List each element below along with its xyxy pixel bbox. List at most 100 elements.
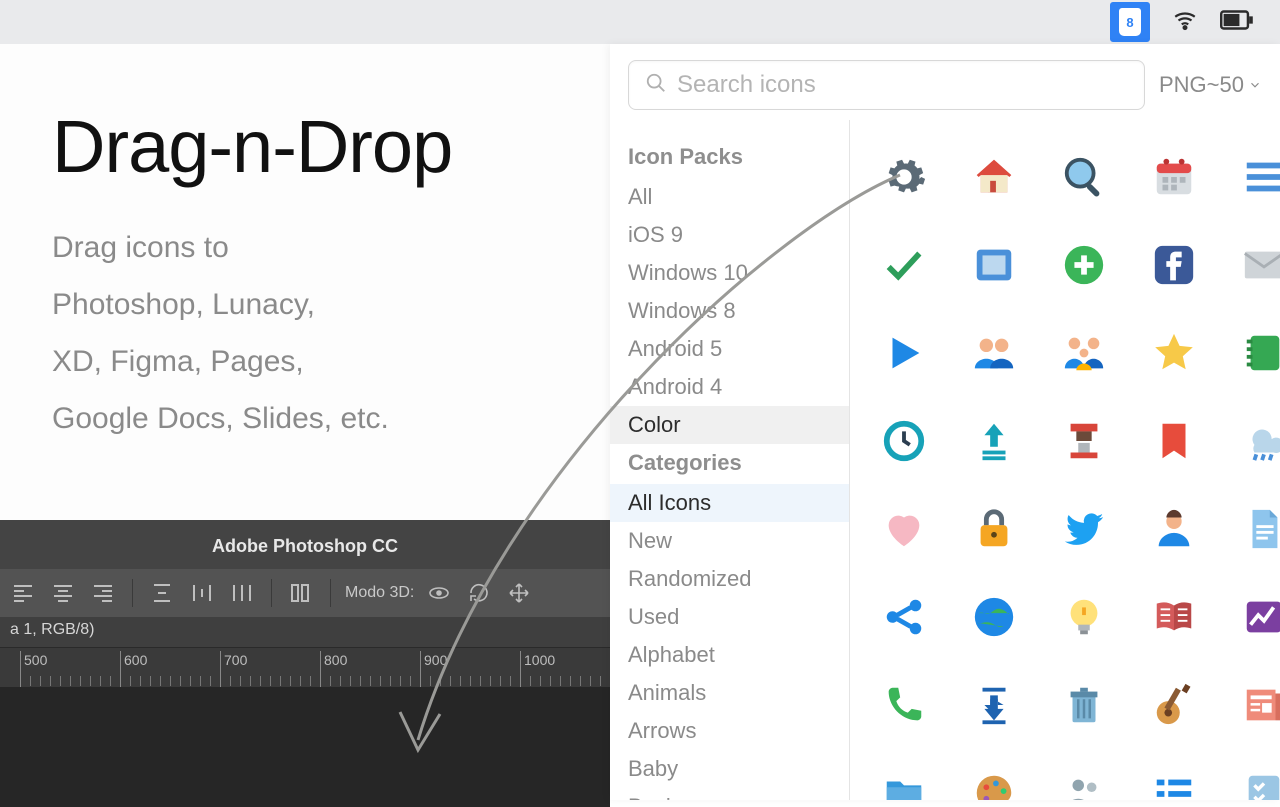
newspaper-icon[interactable]	[1224, 662, 1280, 748]
orbit-icon[interactable]	[424, 579, 454, 607]
format-selector[interactable]: PNG~50	[1159, 72, 1262, 98]
family-icon[interactable]	[1044, 310, 1124, 396]
list-icon[interactable]	[1134, 750, 1214, 800]
dist-vert-icon[interactable]	[147, 579, 177, 607]
heart-icon[interactable]	[864, 486, 944, 572]
ruler-mark: 900	[424, 652, 447, 668]
marketing-line: Drag icons to	[52, 219, 610, 276]
globe-icon[interactable]	[954, 574, 1034, 660]
sidebar-item-category[interactable]: Used	[610, 598, 849, 636]
ruler-mark: 500	[24, 652, 47, 668]
trash-icon[interactable]	[1044, 662, 1124, 748]
bookmark-icon[interactable]	[1134, 398, 1214, 484]
play-icon[interactable]	[864, 310, 944, 396]
chevron-down-icon	[1248, 72, 1262, 98]
wifi-icon[interactable]	[1168, 7, 1202, 38]
sidebar-item-category[interactable]: Arrows	[610, 712, 849, 750]
ruler-mark: 1000	[524, 652, 555, 668]
battery-icon[interactable]	[1220, 7, 1254, 38]
calendar-icon[interactable]	[1134, 134, 1214, 220]
align-right-icon[interactable]	[88, 579, 118, 607]
person-icon[interactable]	[1134, 486, 1214, 572]
sidebar-item-pack[interactable]: Android 5	[610, 330, 849, 368]
marketing-line: XD, Figma, Pages,	[52, 333, 610, 390]
checkmark-icon[interactable]	[864, 222, 944, 308]
photoshop-ruler: 500 600 700 800 900 1000	[0, 647, 610, 687]
search-input[interactable]	[677, 71, 1128, 99]
sidebar-item-pack[interactable]: Android 4	[610, 368, 849, 406]
sidebar-item-pack[interactable]: iOS 9	[610, 216, 849, 254]
people-pair-icon[interactable]	[954, 310, 1034, 396]
upload-icon[interactable]	[954, 398, 1034, 484]
lightbulb-icon[interactable]	[1044, 574, 1124, 660]
phone-icon[interactable]	[864, 662, 944, 748]
user-group-icon[interactable]	[1044, 750, 1124, 800]
share-icon[interactable]	[864, 574, 944, 660]
twitter-icon[interactable]	[1044, 486, 1124, 572]
magnifier-icon[interactable]	[1044, 134, 1124, 220]
photoshop-canvas[interactable]	[0, 687, 610, 807]
download-icon[interactable]	[954, 662, 1034, 748]
badge-number: 8	[1126, 15, 1133, 30]
sidebar-item-category[interactable]: Randomized	[610, 560, 849, 598]
sidebar: Icon PacksAlliOS 9Windows 10Windows 8And…	[610, 120, 850, 800]
format-label: PNG~50	[1159, 72, 1244, 98]
sidebar-item-category[interactable]: Baby	[610, 750, 849, 788]
photoshop-window: Adobe Photoshop CC Modo 3D: a 1, RGB/8) …	[0, 520, 610, 800]
search-input-container[interactable]	[628, 60, 1145, 110]
sidebar-header-categories: Categories	[610, 444, 849, 484]
photoshop-title: Adobe Photoshop CC	[0, 520, 610, 569]
sidebar-item-category[interactable]: Business	[610, 788, 849, 800]
sidebar-item-pack[interactable]: Windows 8	[610, 292, 849, 330]
marketing-line: Photoshop, Lunacy,	[52, 276, 610, 333]
open-book-icon[interactable]	[1134, 574, 1214, 660]
sidebar-item-category[interactable]: Alphabet	[610, 636, 849, 674]
frame-icon[interactable]	[954, 222, 1034, 308]
sidebar-item-category[interactable]: All Icons	[610, 484, 849, 522]
plus-circle-icon[interactable]	[1044, 222, 1124, 308]
menu-bar: 8	[0, 0, 1280, 44]
move-icon[interactable]	[504, 579, 534, 607]
sidebar-item-category[interactable]: Animals	[610, 674, 849, 712]
dist-center-icon[interactable]	[227, 579, 257, 607]
lock-icon[interactable]	[954, 486, 1034, 572]
house-icon[interactable]	[954, 134, 1034, 220]
icon-app-panel: PNG~50 Icon PacksAlliOS 9Windows 10Windo…	[610, 44, 1280, 800]
checklist-icon[interactable]	[1224, 750, 1280, 800]
ruler-mark: 600	[124, 652, 147, 668]
menu-bar-app-badge[interactable]: 8	[1110, 2, 1150, 42]
clock-icon[interactable]	[864, 398, 944, 484]
sidebar-item-category[interactable]: New	[610, 522, 849, 560]
notebook-icon[interactable]	[1224, 310, 1280, 396]
star-icon[interactable]	[1134, 310, 1214, 396]
marketing-line: Google Docs, Slides, etc.	[52, 390, 610, 447]
envelope-icon[interactable]	[1224, 222, 1280, 308]
photoshop-doc-tab[interactable]: a 1, RGB/8)	[0, 617, 610, 647]
rain-cloud-icon[interactable]	[1224, 398, 1280, 484]
palette-icon[interactable]	[954, 750, 1034, 800]
rotate-icon[interactable]	[464, 579, 494, 607]
search-icon	[645, 72, 667, 99]
dist-horiz-icon[interactable]	[187, 579, 217, 607]
sidebar-item-pack[interactable]: All	[610, 178, 849, 216]
photoshop-toolbar: Modo 3D:	[0, 569, 610, 617]
guitar-icon[interactable]	[1134, 662, 1214, 748]
align-center-icon[interactable]	[48, 579, 78, 607]
coffee-machine-icon[interactable]	[1044, 398, 1124, 484]
sidebar-header-packs: Icon Packs	[610, 138, 849, 178]
chart-icon[interactable]	[1224, 574, 1280, 660]
marketing-title: Drag-n-Drop	[52, 104, 610, 189]
document-icon[interactable]	[1224, 486, 1280, 572]
sidebar-item-pack[interactable]: Windows 10	[610, 254, 849, 292]
align-left-icon[interactable]	[8, 579, 38, 607]
ruler-mark: 700	[224, 652, 247, 668]
gear-icon[interactable]	[864, 134, 944, 220]
icon-grid	[850, 120, 1280, 800]
ruler-mark: 800	[324, 652, 347, 668]
facebook-icon[interactable]	[1134, 222, 1214, 308]
folder-icon[interactable]	[864, 750, 944, 800]
menu-icon[interactable]	[1224, 134, 1280, 220]
sidebar-item-pack[interactable]: Color	[610, 406, 849, 444]
auto-align-icon[interactable]	[286, 579, 316, 607]
mode-3d-label: Modo 3D:	[345, 584, 414, 602]
